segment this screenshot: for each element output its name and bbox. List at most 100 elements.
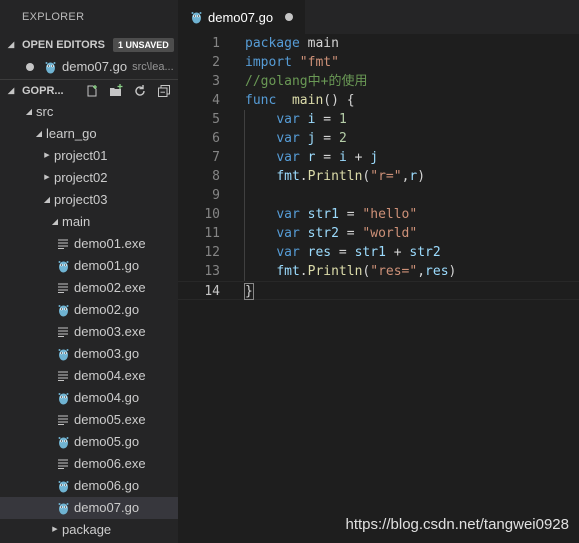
tree-item-label: package	[62, 522, 112, 537]
new-folder-icon[interactable]	[108, 83, 124, 99]
unsaved-dot-icon[interactable]	[285, 13, 294, 21]
tree-file[interactable]: demo06.exe	[0, 453, 178, 475]
tree-item-label: demo04.exe	[74, 368, 146, 383]
open-editors-header[interactable]: ◢ OPEN EDITORS 1 UNSAVED	[0, 34, 178, 56]
exe-file-icon	[56, 327, 70, 337]
tree-file[interactable]: demo02.go	[0, 299, 178, 321]
tree-file[interactable]: demo04.go	[0, 387, 178, 409]
code-line[interactable]: 12 var res = str1 + str2	[178, 243, 579, 262]
tree-folder[interactable]: ◢ learn_go	[0, 123, 178, 145]
tree-file[interactable]: demo04.exe	[0, 365, 178, 387]
line-number: 6	[212, 131, 220, 146]
chevron-down-icon[interactable]: ◢	[48, 211, 62, 233]
code-content: import "fmt"	[220, 53, 339, 72]
tree-folder[interactable]: ▶ package	[0, 519, 178, 541]
refresh-icon[interactable]	[132, 83, 148, 99]
code-token: )	[448, 264, 457, 279]
code-token: "res="	[370, 264, 418, 279]
tree-file[interactable]: demo07.go	[0, 497, 178, 519]
code-token: r	[299, 150, 316, 165]
tree-file[interactable]: demo05.exe	[0, 409, 178, 431]
tree-file[interactable]: demo01.go	[0, 255, 178, 277]
chevron-right-icon[interactable]: ▶	[40, 167, 54, 189]
code-content: var j = 2	[220, 129, 346, 148]
code-line[interactable]: 2 import "fmt"	[178, 53, 579, 72]
collapse-all-icon[interactable]	[156, 83, 172, 99]
code-line[interactable]: 5 var i = 1	[178, 110, 579, 129]
tree-item-label: project01	[54, 148, 108, 163]
code-line[interactable]: 14}	[178, 281, 579, 300]
tree-item-label: demo07.go	[74, 500, 140, 515]
code-content: package main	[220, 34, 339, 53]
exe-file-icon	[56, 459, 70, 469]
exe-file-icon	[56, 371, 70, 381]
tree-folder[interactable]: ◢ main	[0, 211, 178, 233]
tree-item-label: demo04.go	[74, 390, 140, 405]
explorer-toolbar	[84, 80, 172, 102]
line-number: 5	[212, 112, 220, 127]
tree-file[interactable]: demo03.go	[0, 343, 178, 365]
code-line[interactable]: 6 var j = 2	[178, 129, 579, 148]
tree-folder[interactable]: ◢ src	[0, 101, 178, 123]
tree-item-label: main	[62, 214, 91, 229]
line-number: 14	[204, 284, 220, 299]
code-token: +	[346, 150, 371, 165]
code-content: }	[220, 282, 254, 300]
code-line[interactable]: 8 fmt.Println("r=",r)	[178, 167, 579, 186]
chevron-right-icon[interactable]: ▶	[48, 519, 62, 541]
chevron-down-icon[interactable]: ◢	[22, 101, 36, 123]
code-line[interactable]: 9	[178, 186, 579, 205]
tree-folder[interactable]: ▶ project02	[0, 167, 178, 189]
explorer-title: EXPLORER	[22, 11, 85, 23]
code-token: ,	[417, 264, 426, 279]
file-tree: ◢ src ◢ learn_go ▶ project01 ▶ project02 ◢ projec…	[0, 101, 178, 541]
code-token: "world"	[362, 226, 418, 241]
tree-file[interactable]: demo01.exe	[0, 233, 178, 255]
line-number: 4	[212, 93, 220, 108]
tree-item-label: demo03.exe	[74, 324, 146, 339]
unsaved-dot-icon[interactable]	[26, 63, 34, 71]
tree-file[interactable]: demo05.go	[0, 431, 178, 453]
line-number: 1	[212, 36, 220, 51]
go-file-icon	[56, 502, 70, 515]
chevron-down-icon[interactable]: ◢	[40, 189, 54, 211]
new-file-icon[interactable]	[84, 83, 100, 99]
code-line[interactable]: 10 var str1 = "hello"	[178, 205, 579, 224]
code-token: .	[299, 264, 308, 279]
code-line[interactable]: 11 var str2 = "world"	[178, 224, 579, 243]
code-token: () {	[323, 93, 355, 108]
chevron-down-icon[interactable]: ◢	[32, 123, 46, 145]
code-token: var	[276, 131, 300, 146]
go-file-icon	[56, 348, 70, 361]
code-line[interactable]: 13 fmt.Println("res=",res)	[178, 262, 579, 281]
code-token: package	[245, 36, 308, 51]
tree-folder[interactable]: ▶ project01	[0, 145, 178, 167]
code-line[interactable]: 3 //golang中+的使用	[178, 72, 579, 91]
tree-item-label: demo02.exe	[74, 280, 146, 295]
tree-file[interactable]: demo06.go	[0, 475, 178, 497]
code-token: i	[338, 150, 347, 165]
tab-demo07[interactable]: demo07.go	[178, 0, 305, 34]
code-line[interactable]: 1 package main	[178, 34, 579, 53]
code-token: fmt	[276, 264, 300, 279]
code-editor[interactable]: 1 package main 2 import "fmt" 3//golang中+的使用…	[178, 34, 579, 543]
open-editor-item[interactable]: demo07.go src\lea...	[0, 56, 178, 78]
open-editor-path: src\lea...	[132, 61, 174, 73]
code-line[interactable]: 7 var r = i + j	[178, 148, 579, 167]
code-token: }	[244, 283, 254, 300]
chevron-right-icon[interactable]: ▶	[40, 145, 54, 167]
tree-file[interactable]: demo03.exe	[0, 321, 178, 343]
code-token: var	[276, 245, 300, 260]
tree-folder[interactable]: ◢ project03	[0, 189, 178, 211]
line-number: 7	[212, 150, 220, 165]
code-content: fmt.Println("res=",res)	[220, 262, 456, 281]
tree-item-label: demo02.go	[74, 302, 140, 317]
code-token: func	[245, 93, 285, 108]
tree-item-label: project02	[54, 170, 108, 185]
code-token: j	[299, 131, 316, 146]
workspace-header[interactable]: ◢ GOPR...	[0, 79, 178, 101]
tree-file[interactable]: demo02.exe	[0, 277, 178, 299]
code-line[interactable]: 4 func main() {	[178, 91, 579, 110]
code-token: "r="	[370, 169, 402, 184]
